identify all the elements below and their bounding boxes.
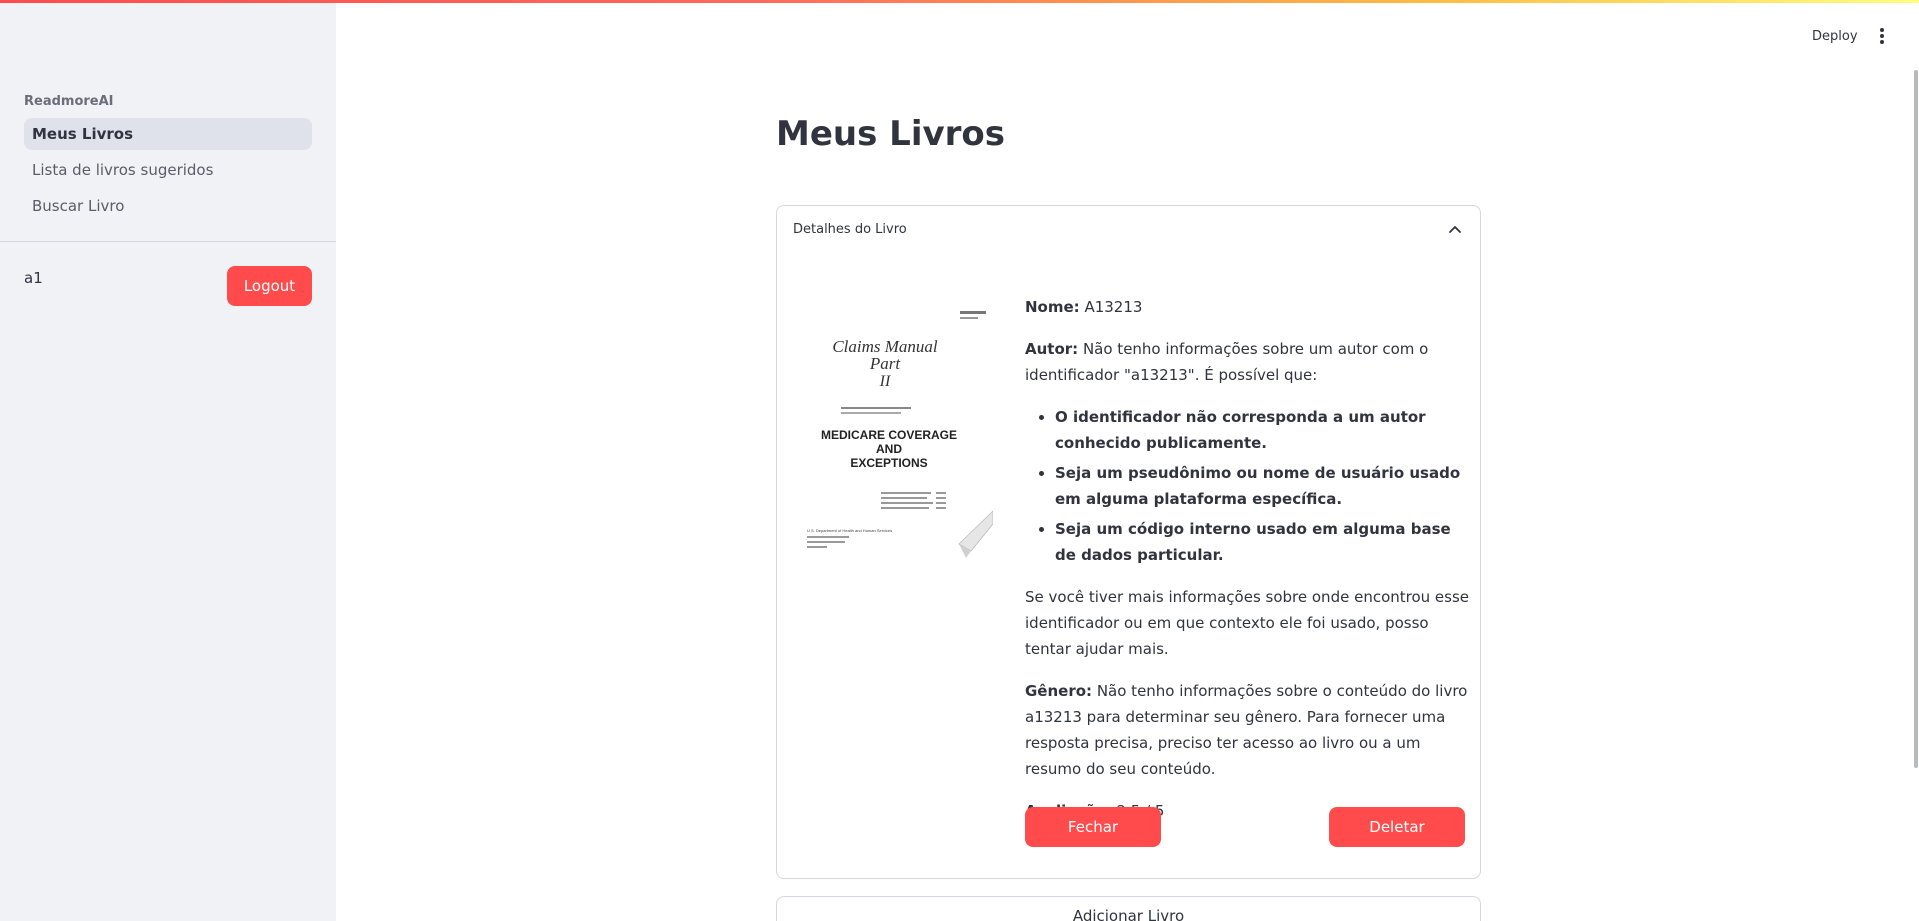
svg-text:Part: Part — [869, 354, 902, 373]
svg-text:II: II — [879, 373, 891, 390]
app-name: ReadmoreAI — [24, 94, 114, 109]
action-buttons: Fechar Deletar — [1025, 807, 1465, 847]
logout-button[interactable]: Logout — [227, 266, 312, 306]
list-item: O identificador não corresponda a um aut… — [1055, 404, 1469, 456]
chevron-up-icon[interactable] — [1448, 223, 1462, 237]
expander-header[interactable]: Detalhes do Livro — [793, 222, 907, 237]
user-name: a1 — [24, 269, 43, 287]
sidebar: ReadmoreAI Meus Livros Lista de livros s… — [0, 0, 336, 921]
author-followup: Se você tiver mais informações sobre ond… — [1025, 588, 1470, 658]
author-bullet-list: O identificador não corresponda a um aut… — [1055, 404, 1469, 568]
svg-text:EXCEPTIONS: EXCEPTIONS — [850, 456, 927, 470]
book-details: Nome: A13213 Autor: Não tenho informaçõe… — [1025, 294, 1469, 840]
sidebar-item-lista-sugeridos[interactable]: Lista de livros sugeridos — [24, 154, 312, 186]
main-menu-icon[interactable] — [1875, 28, 1889, 46]
list-item: Seja um código interno usado em alguma b… — [1055, 516, 1469, 568]
add-book-expander[interactable]: Adicionar Livro — [776, 896, 1481, 921]
deploy-button[interactable]: Deploy — [1812, 29, 1858, 44]
sidebar-divider — [0, 241, 336, 242]
sidebar-item-meus-livros[interactable]: Meus Livros — [24, 118, 312, 150]
book-cover-image: Claims Manual Part II MEDICARE COVERAGE … — [793, 296, 993, 566]
scrollbar[interactable] — [1914, 70, 1918, 768]
sidebar-nav: Meus Livros Lista de livros sugeridos Bu… — [24, 118, 312, 226]
top-accent-bar — [0, 0, 1919, 3]
page-title: Meus Livros — [776, 114, 1006, 154]
close-button[interactable]: Fechar — [1025, 807, 1161, 847]
book-genre: Gênero: Não tenho informações sobre o co… — [1025, 682, 1468, 778]
book-name: Nome: A13213 — [1025, 298, 1143, 316]
list-item: Seja um pseudônimo ou nome de usuário us… — [1055, 460, 1469, 512]
svg-text:U.S. Department of Health and: U.S. Department of Health and Human Serv… — [807, 528, 892, 533]
book-details-expander: Detalhes do Livro Claims Manual Part II … — [776, 205, 1481, 879]
book-author: Autor: Não tenho informações sobre um au… — [1025, 340, 1429, 384]
sidebar-item-buscar-livro[interactable]: Buscar Livro — [24, 190, 312, 222]
delete-button[interactable]: Deletar — [1329, 807, 1465, 847]
svg-text:MEDICARE COVERAGE: MEDICARE COVERAGE — [821, 428, 957, 442]
svg-text:AND: AND — [876, 442, 902, 456]
